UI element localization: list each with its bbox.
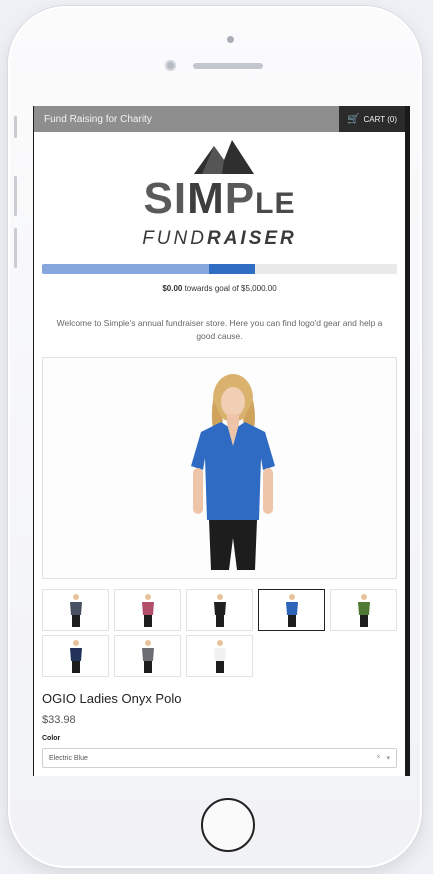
volume-up-button: [14, 176, 17, 216]
towards-goal: towards goal of $5,000.00: [182, 284, 277, 293]
product-thumbnail[interactable]: [330, 589, 397, 631]
product-title: OGIO Ladies Onyx Polo: [42, 691, 182, 706]
product-price: $33.98: [42, 714, 76, 726]
cart-icon: 🛒: [347, 113, 360, 125]
goal-text: $0.00 towards goal of $5,000.00: [34, 284, 405, 293]
color-select[interactable]: Electric Blue × ▾: [42, 748, 397, 768]
product-thumbnails: [42, 589, 397, 677]
thumbnail-figure: [69, 640, 82, 673]
thumbnail-figure: [141, 594, 154, 627]
color-select-value: Electric Blue: [49, 754, 88, 762]
product-thumbnail[interactable]: [186, 589, 253, 631]
welcome-message: Welcome to Simple's annual fundraiser st…: [56, 318, 383, 341]
store-title[interactable]: Fund Raising for Charity: [44, 114, 152, 125]
product-thumbnail[interactable]: [258, 589, 325, 631]
sub-raiser: RAISER: [206, 228, 297, 249]
brand-si: SI: [143, 174, 188, 223]
product-thumbnail[interactable]: [114, 589, 181, 631]
progress-marker: [208, 264, 255, 274]
simple-fundraiser-logo: SIMPLE FUNDRAISER: [34, 132, 405, 254]
product-thumbnail[interactable]: [114, 635, 181, 677]
model-in-polo: [191, 374, 275, 570]
thumbnail-figure: [213, 594, 226, 627]
raised-amount: $0.00: [162, 284, 183, 293]
product-main-image[interactable]: [42, 357, 397, 579]
fundraising-progress-bar: [42, 264, 397, 274]
sub-fund: FUND: [142, 228, 207, 249]
earpiece-speaker: [193, 63, 263, 69]
brand-m: M: [187, 174, 225, 223]
product-thumbnail[interactable]: [42, 589, 109, 631]
product-thumbnail[interactable]: [42, 635, 109, 677]
thumbnail-figure: [141, 640, 154, 673]
brand-p: P: [224, 174, 256, 223]
phone-screen: Fund Raising for Charity 🛒 CART (0) SIMP…: [33, 106, 410, 776]
brand-wordmark: SIMPLE: [34, 174, 405, 224]
store-topbar: Fund Raising for Charity 🛒 CART (0): [34, 106, 405, 132]
front-camera: [165, 60, 176, 71]
clear-icon[interactable]: ×: [376, 754, 380, 762]
thumbnail-figure: [285, 594, 298, 627]
cart-link[interactable]: 🛒 CART (0): [339, 106, 405, 132]
mute-switch: [14, 116, 17, 138]
brand-subtitle: FUNDRAISER: [34, 228, 405, 250]
chevron-down-icon[interactable]: ▾: [386, 754, 390, 762]
thumbnail-figure: [357, 594, 370, 627]
thumbnail-figure: [69, 594, 82, 627]
product-thumbnail[interactable]: [186, 635, 253, 677]
home-button[interactable]: [201, 798, 255, 852]
sensor-dot: [227, 36, 234, 43]
cart-label: CART (0): [363, 114, 398, 124]
brand-le: LE: [255, 187, 296, 220]
thumbnail-figure: [213, 640, 226, 673]
mountain-icon: [194, 140, 254, 174]
color-label: Color: [42, 735, 61, 742]
volume-down-button: [14, 228, 17, 268]
